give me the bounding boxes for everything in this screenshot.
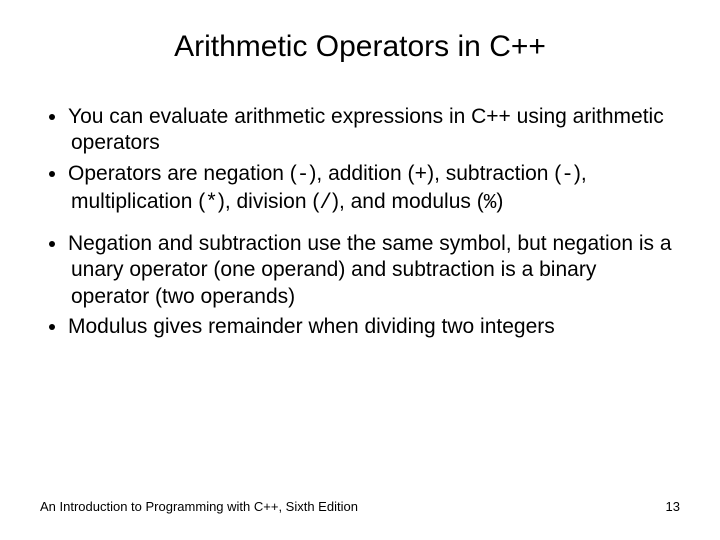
text-fragment: ), division (	[218, 190, 320, 213]
bullet-list: You can evaluate arithmetic expressions …	[40, 104, 680, 217]
operator-symbol: *	[205, 192, 218, 215]
bullet-item: Operators are negation (-), addition (+)…	[68, 161, 680, 218]
text-fragment: ), addition (	[309, 162, 414, 185]
operator-symbol: -	[561, 164, 574, 187]
operator-symbol: %	[484, 192, 497, 215]
slide-footer: An Introduction to Programming with C++,…	[40, 499, 680, 520]
bullet-item: You can evaluate arithmetic expressions …	[68, 104, 680, 157]
slide: Arithmetic Operators in C++ You can eval…	[0, 0, 720, 540]
text-fragment: ), subtraction (	[427, 162, 561, 185]
bullet-item: Negation and subtraction use the same sy…	[68, 231, 680, 310]
footer-source: An Introduction to Programming with C++,…	[40, 499, 358, 514]
operator-symbol: /	[319, 192, 332, 215]
slide-body: You can evaluate arithmetic expressions …	[40, 104, 680, 499]
bullet-list: Negation and subtraction use the same sy…	[40, 231, 680, 340]
text-fragment: )	[496, 190, 503, 213]
operator-symbol: +	[414, 164, 427, 187]
page-number: 13	[666, 499, 680, 514]
text-fragment: ), and modulus (	[332, 190, 484, 213]
bullet-item: Modulus gives remainder when dividing tw…	[68, 314, 680, 340]
operator-symbol: -	[297, 164, 310, 187]
slide-title: Arithmetic Operators in C++	[40, 30, 680, 64]
text-fragment: Operators are negation (	[68, 162, 297, 185]
